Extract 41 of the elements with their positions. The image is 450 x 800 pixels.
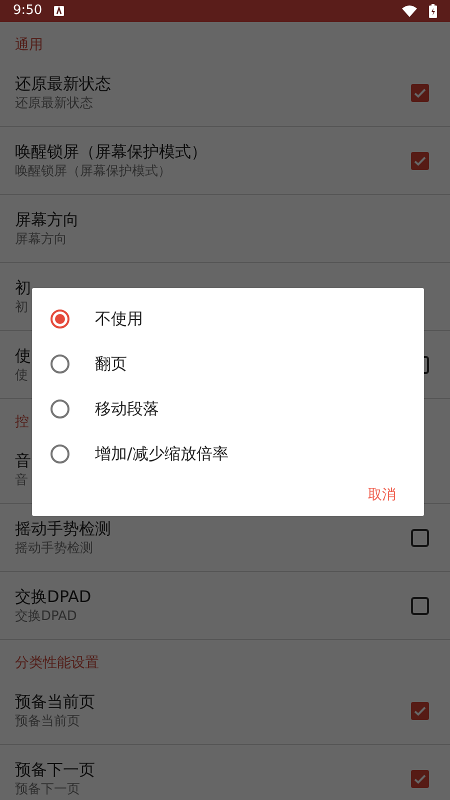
checkbox[interactable] bbox=[411, 152, 429, 170]
radio-option[interactable]: 翻页 bbox=[32, 341, 424, 386]
radio-button[interactable] bbox=[50, 308, 70, 328]
setting-title: 屏幕方向 bbox=[15, 208, 79, 230]
setting-subtitle: 音 bbox=[15, 472, 28, 490]
section-header: 通用 bbox=[15, 36, 43, 55]
setting-subtitle: 还原最新状态 bbox=[15, 94, 93, 112]
checkbox[interactable] bbox=[411, 702, 429, 720]
section-header: 分类性能设置 bbox=[15, 654, 99, 673]
setting-title: 还原最新状态 bbox=[15, 72, 111, 94]
section-header: 控 bbox=[15, 413, 29, 432]
battery-icon bbox=[429, 4, 437, 18]
checkbox[interactable] bbox=[411, 528, 429, 546]
setting-title: 唤醒锁屏（屏幕保护模式） bbox=[15, 140, 207, 162]
setting-subtitle: 初 bbox=[15, 298, 28, 316]
setting-title: 音 bbox=[15, 450, 31, 472]
setting-subtitle: 唤醒锁屏（屏幕保护模式） bbox=[15, 162, 171, 180]
status-time: 9:50 bbox=[13, 2, 42, 20]
setting-subtitle: 摇动手势检测 bbox=[15, 540, 93, 558]
radio-option[interactable]: 不使用 bbox=[32, 296, 424, 341]
setting-title: 初 bbox=[15, 276, 31, 298]
setting-title: 预备下一页 bbox=[15, 758, 95, 780]
setting-subtitle: 预备下一页 bbox=[15, 780, 80, 798]
setting-subtitle: 使 bbox=[15, 366, 28, 384]
radio-option[interactable]: 移动段落 bbox=[32, 386, 424, 431]
checkbox[interactable] bbox=[411, 770, 429, 788]
wifi-icon bbox=[402, 5, 417, 17]
radio-button[interactable] bbox=[50, 398, 70, 418]
setting-title: 交换DPAD bbox=[15, 586, 92, 608]
radio-button[interactable] bbox=[50, 354, 70, 374]
radio-button[interactable] bbox=[50, 444, 70, 464]
setting-subtitle: 交换DPAD bbox=[15, 608, 77, 626]
setting-title: 预备当前页 bbox=[15, 690, 95, 712]
setting-subtitle: 屏幕方向 bbox=[15, 230, 67, 248]
notification-icon bbox=[54, 6, 64, 16]
setting-title: 使 bbox=[15, 344, 31, 366]
radio-option[interactable]: 增加/减少缩放倍率 bbox=[32, 431, 424, 476]
checkbox[interactable] bbox=[411, 84, 429, 102]
setting-subtitle: 预备当前页 bbox=[15, 712, 80, 730]
checkbox[interactable] bbox=[411, 596, 429, 614]
setting-title: 摇动手势检测 bbox=[15, 518, 111, 540]
